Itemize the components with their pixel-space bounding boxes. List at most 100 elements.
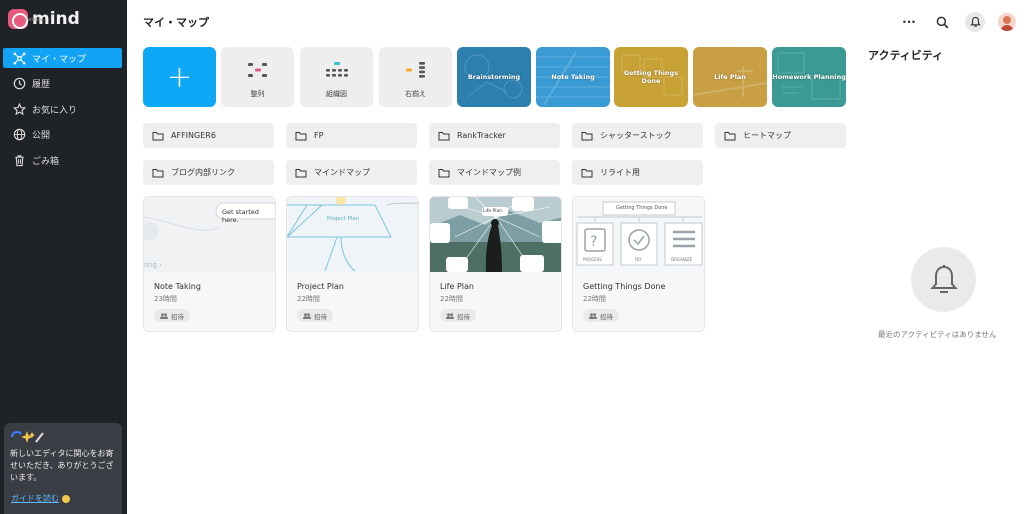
- bell-icon: [969, 16, 981, 27]
- folder-name: シャッターストック: [600, 131, 672, 140]
- sidebar-item-label: マイ・マップ: [32, 54, 87, 65]
- map-title: Life Plan: [440, 282, 474, 291]
- top-toolbar: ···: [886, 12, 1016, 32]
- map-card-note-taking[interactable]: king › Get started here. Note Taking 23時…: [143, 196, 276, 332]
- folder-item[interactable]: FP: [286, 123, 417, 148]
- template-label: Homework Planning: [772, 73, 846, 81]
- map-thumbnail: ? Getting Things Done PROCESS DO ORGANIZ…: [573, 197, 704, 272]
- folder-name: マインドマップ: [314, 168, 370, 177]
- people-icon: [160, 312, 168, 319]
- clock-icon: [12, 77, 26, 91]
- map-time: 22時間: [297, 295, 320, 303]
- thumbnail-label: Get started here.: [222, 208, 259, 224]
- folder-item[interactable]: RankTracker: [429, 123, 560, 148]
- globe-icon: [12, 128, 26, 142]
- folder-name: ヒートマップ: [743, 131, 791, 140]
- template-label: 右揃え: [405, 90, 426, 98]
- thumbnail-label: Project Plan: [327, 216, 360, 222]
- template-label: Note Taking: [551, 73, 595, 81]
- template-homework-planning[interactable]: Homework Planning: [772, 47, 846, 107]
- svg-text:?: ?: [590, 234, 597, 250]
- template-note-taking[interactable]: Note Taking: [536, 47, 610, 107]
- thumbnail-process: PROCESS: [583, 257, 602, 262]
- folder-icon: [295, 131, 307, 140]
- sidebar: mind meister マイ・マップ 履歴 お気に入り 公開 ごみ箱 新しいエ…: [0, 0, 127, 514]
- template-label: 組織図: [326, 90, 347, 98]
- folder-icon: [438, 168, 450, 177]
- map-thumbnail: Life Plan: [430, 197, 561, 272]
- app-logo[interactable]: mind: [8, 9, 80, 29]
- folder-item[interactable]: マインドマップ: [286, 160, 417, 185]
- map-title: Note Taking: [154, 282, 201, 291]
- badge-label: 招待: [314, 312, 327, 321]
- map-card-project-plan[interactable]: Project Plan Project Plan 22時間 招待: [286, 196, 419, 332]
- folder-item[interactable]: マインドマップ例: [429, 160, 560, 185]
- guide-link[interactable]: ガイドを読む: [11, 493, 70, 504]
- sidebar-item-history[interactable]: 履歴: [3, 74, 122, 94]
- promo-card: 新しいエディタに関心をお寄せいただき、ありがとうございます。 ガイドを読む: [4, 423, 122, 514]
- avatar[interactable]: [998, 13, 1016, 31]
- search-icon: [936, 16, 948, 28]
- sidebar-item-my-maps[interactable]: マイ・マップ: [3, 48, 122, 68]
- org-chart-icon: [300, 61, 373, 79]
- map-title: Getting Things Done: [583, 282, 666, 291]
- thumbnail-organize: ORGANIZE: [671, 257, 693, 262]
- right-align-icon: [379, 61, 452, 79]
- people-icon: [446, 312, 454, 319]
- map-time: 22時間: [583, 295, 606, 303]
- folder-icon: [152, 131, 164, 140]
- folder-name: RankTracker: [457, 131, 506, 140]
- brand-sub: meister: [24, 17, 44, 23]
- folder-item[interactable]: リライト用: [572, 160, 703, 185]
- folder-name: AFFINGER6: [171, 131, 216, 140]
- folder-icon: [581, 131, 593, 140]
- thumbnail-label: Life Plan: [483, 209, 503, 214]
- sidebar-item-public[interactable]: 公開: [3, 125, 122, 145]
- template-label: Getting Things Done: [623, 69, 679, 85]
- sidebar-nav: マイ・マップ 履歴 お気に入り 公開 ごみ箱: [0, 48, 127, 176]
- map-thumbnail: king › Get started here.: [144, 197, 275, 272]
- folder-name: マインドマップ例: [457, 168, 521, 177]
- map-card-getting-things-done[interactable]: ? Getting Things Done PROCESS DO ORGANIZ…: [572, 196, 705, 332]
- notifications-button[interactable]: [965, 12, 985, 32]
- folder-icon: [438, 131, 450, 140]
- template-align[interactable]: 整列: [221, 47, 294, 107]
- folder-item[interactable]: ブログ内部リンク: [143, 160, 274, 185]
- page-title: マイ・マップ: [143, 16, 209, 29]
- folder-item[interactable]: ヒートマップ: [715, 123, 846, 148]
- sidebar-item-trash[interactable]: ごみ箱: [3, 150, 122, 170]
- sidebar-item-favorites[interactable]: お気に入り: [3, 99, 122, 119]
- more-icon: ···: [902, 15, 916, 29]
- plus-icon: +: [166, 59, 193, 95]
- activity-title: アクティビティ: [868, 49, 944, 62]
- badge-label: 招待: [600, 312, 613, 321]
- map-time: 22時間: [440, 295, 463, 303]
- thumbnail-do: DO: [635, 257, 642, 262]
- template-life-plan[interactable]: Life Plan: [693, 47, 767, 107]
- map-card-life-plan[interactable]: Life Plan Life Plan 22時間 招待: [429, 196, 562, 332]
- template-right-align[interactable]: 右揃え: [379, 47, 452, 107]
- thumbnail-label: Getting Things Done: [616, 205, 668, 211]
- mindmap-icon: [12, 51, 26, 65]
- folder-item[interactable]: シャッターストック: [572, 123, 703, 148]
- search-button[interactable]: [932, 12, 952, 32]
- invite-badge: 招待: [440, 309, 476, 322]
- template-gtd[interactable]: Getting Things Done: [614, 47, 688, 107]
- guide-link-label: ガイドを読む: [11, 494, 59, 503]
- map-title: Project Plan: [297, 282, 344, 291]
- more-button[interactable]: ···: [899, 12, 919, 32]
- map-time: 23時間: [154, 295, 177, 303]
- template-brainstorming[interactable]: Brainstorming: [457, 47, 531, 107]
- folder-item[interactable]: AFFINGER6: [143, 123, 274, 148]
- badge-label: 招待: [457, 312, 470, 321]
- bell-icon: [929, 264, 958, 293]
- sidebar-item-label: ごみ箱: [32, 156, 60, 167]
- folder-icon: [152, 168, 164, 177]
- smile-icon: [62, 494, 70, 503]
- folder-icon: [724, 131, 736, 140]
- template-org-chart[interactable]: 組織図: [300, 47, 373, 107]
- template-label: Brainstorming: [467, 73, 521, 81]
- layout-align-icon: [221, 61, 294, 79]
- new-map-button[interactable]: +: [143, 47, 216, 107]
- activity-empty-illustration: [911, 247, 976, 312]
